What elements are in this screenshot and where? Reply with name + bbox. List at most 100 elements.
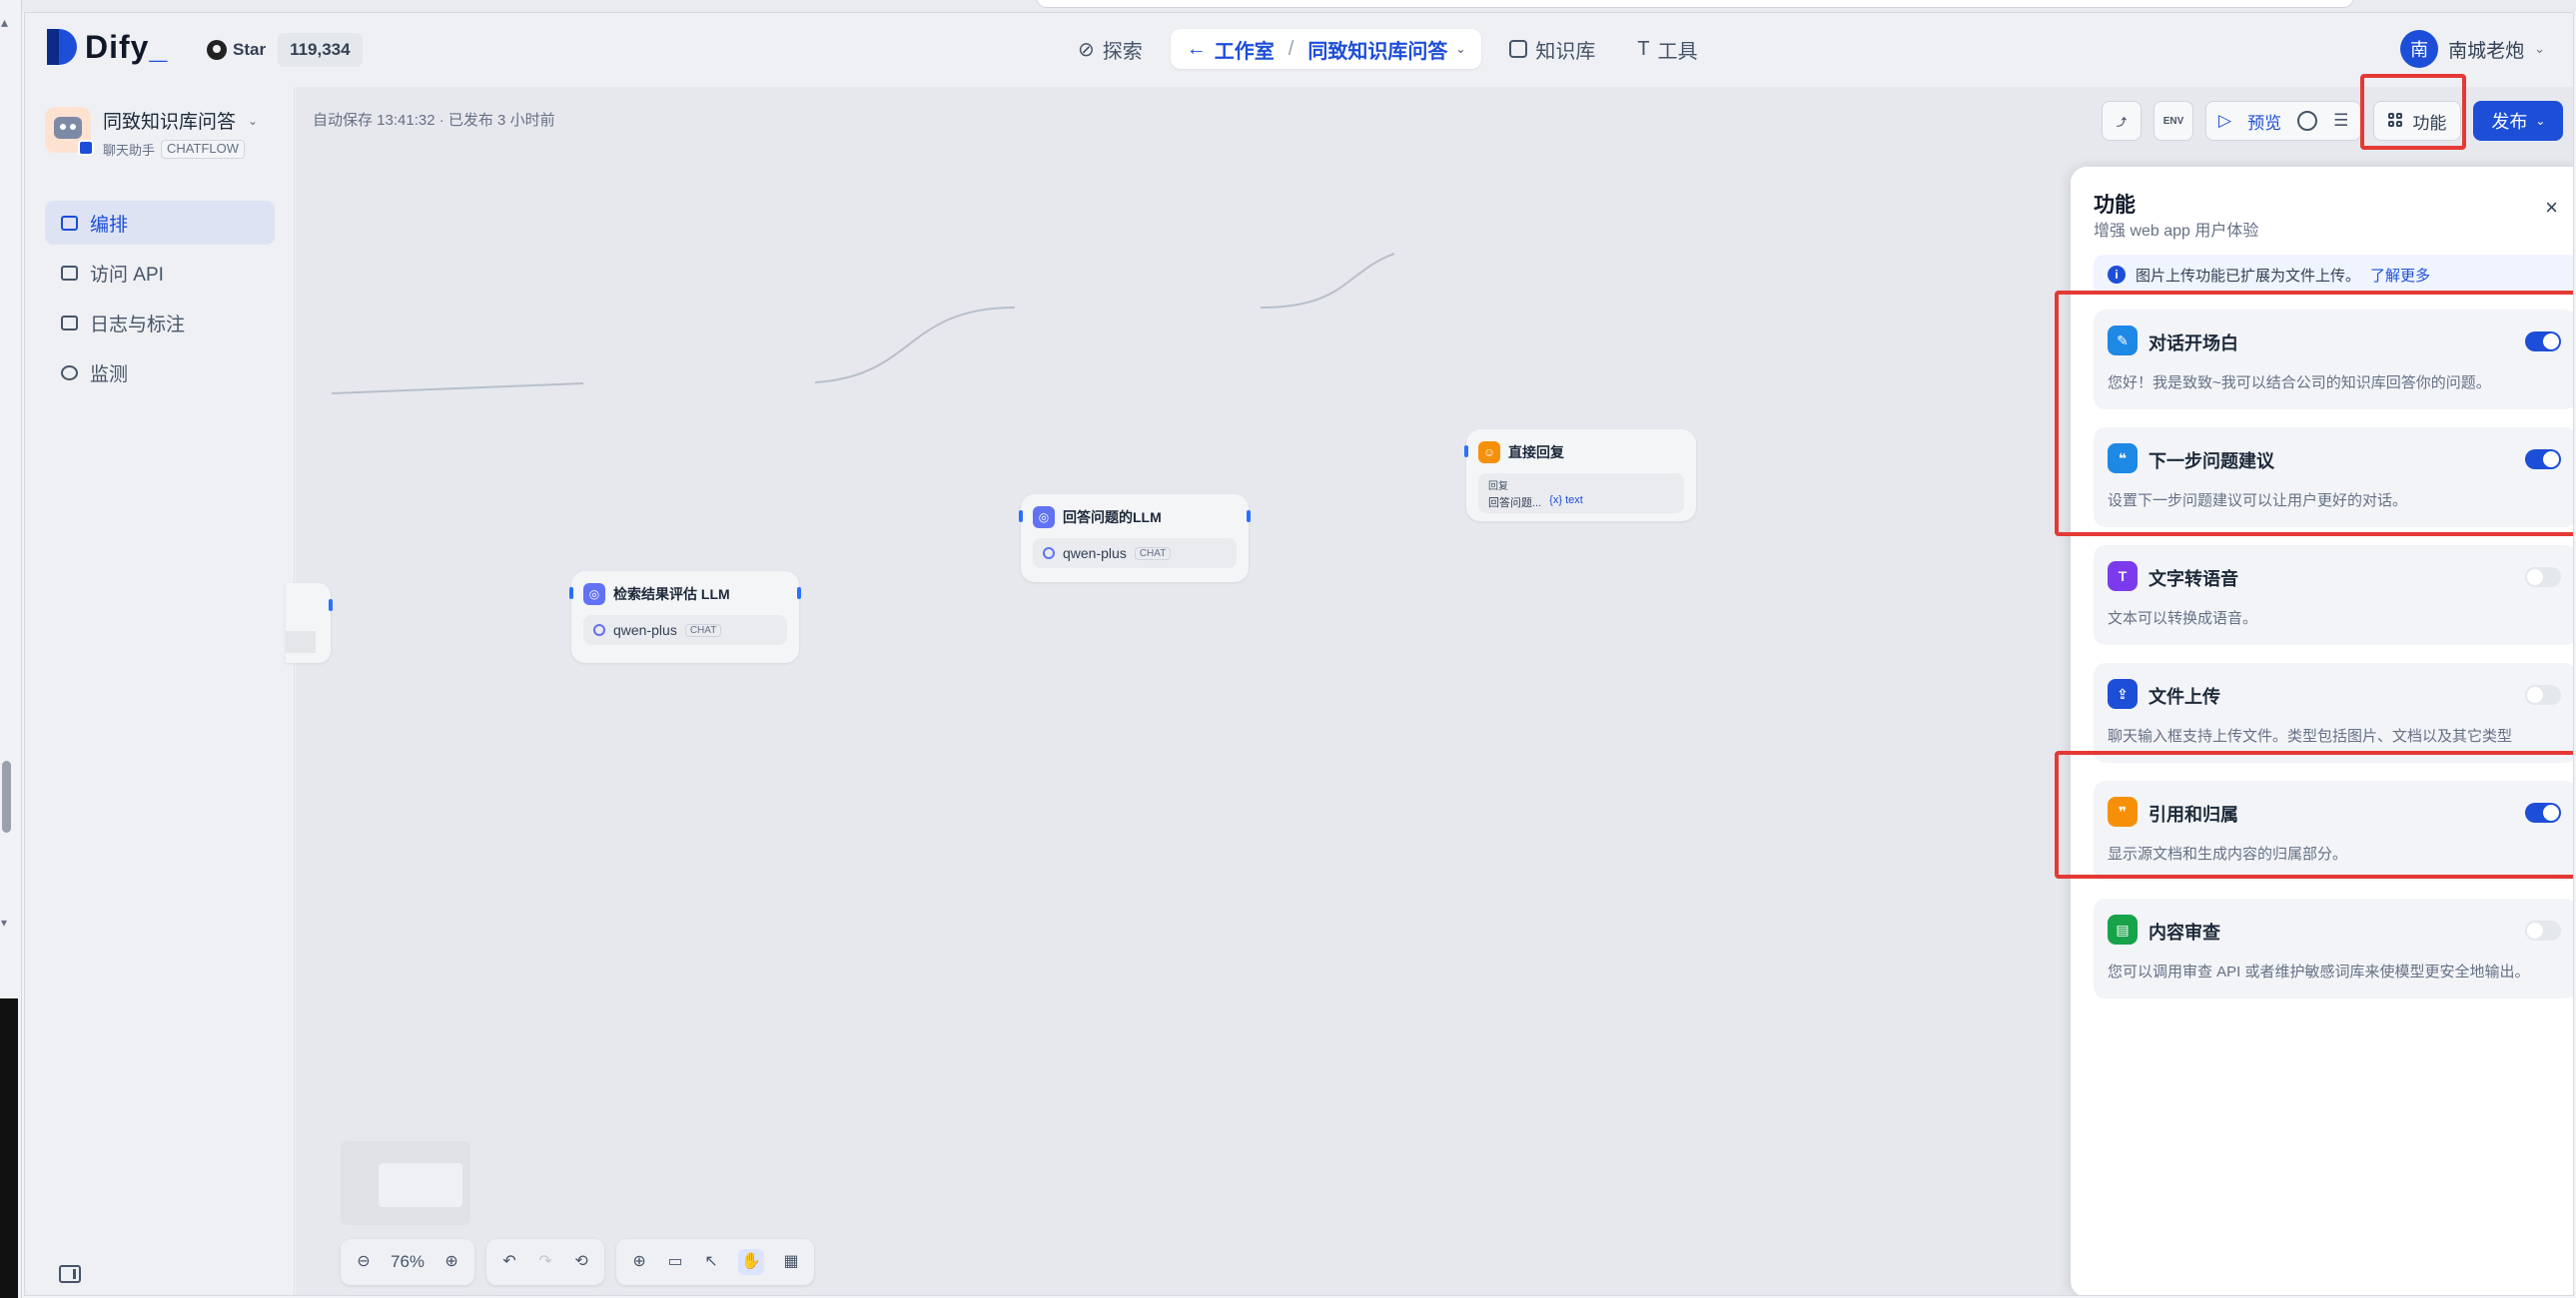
feature-toggle[interactable] <box>2525 921 2561 941</box>
publish-label: 发布 <box>2491 112 2528 132</box>
logo-text: Dify <box>85 28 150 65</box>
workflow-node-partial[interactable] <box>286 583 333 663</box>
book-icon <box>1509 40 1528 58</box>
run-history-icon[interactable]: ⤴ <box>2102 101 2142 141</box>
dashboard-icon <box>61 364 78 380</box>
undo-icon[interactable]: ↶ <box>500 1253 518 1271</box>
checklist-icon[interactable] <box>2297 111 2318 131</box>
node-output-handle[interactable] <box>1247 510 1251 522</box>
app-info-card[interactable]: 同致知识库问答 ⌄ 聊天助手 CHATFLOW <box>45 107 285 171</box>
feature-name: 文件上传 <box>2148 687 2220 707</box>
feature-suggested-questions[interactable]: ❝ 下一步问题建议 设置下一步问题建议可以让用户更好的对话。 <box>2094 427 2573 527</box>
feature-toggle[interactable] <box>2525 331 2561 351</box>
features-button[interactable]: 功能 <box>2373 101 2462 141</box>
github-star-count: 119,334 <box>278 33 363 67</box>
feature-moderation[interactable]: ▤ 内容审查 您可以调用审查 API 或者维护敏感词库来使模型更安全地输出。 <box>2094 899 2573 998</box>
preview-button[interactable]: 预览 <box>2247 109 2281 134</box>
app-name: 同致知识库问答 <box>103 112 237 133</box>
qwen-icon <box>593 624 605 636</box>
feature-name: 内容审查 <box>2148 923 2220 943</box>
env-variables-button[interactable]: ENV <box>2153 101 2193 141</box>
robot-icon <box>45 107 94 156</box>
feature-name: 文字转语音 <box>2148 569 2238 589</box>
dify-logo-icon <box>47 29 77 65</box>
history-controls: ↶ ↷ ⟲ <box>486 1239 605 1285</box>
user-menu[interactable]: 南 南城老炮 ⌄ <box>2400 29 2545 69</box>
sidebar-item-api[interactable]: 访问 API <box>45 251 275 295</box>
list-icon[interactable]: ☰ <box>2333 111 2348 131</box>
zoom-level[interactable]: 76% <box>391 1252 425 1272</box>
outer-scrollbar[interactable]: ▴ ▾ <box>0 0 22 1298</box>
node-input-handle[interactable] <box>1019 510 1023 522</box>
node-title: 检索结果评估 LLM <box>613 586 730 602</box>
main-nav: ⊘ 探索 ← 工作室 / 同致知识库问答 ⌄ 知识库 T 工具 <box>1064 27 1712 71</box>
add-node-icon[interactable]: ⊕ <box>630 1253 648 1271</box>
collapse-sidebar-icon[interactable] <box>59 1265 81 1283</box>
minimap-viewport[interactable] <box>379 1163 462 1207</box>
feature-toggle[interactable] <box>2525 567 2561 587</box>
workflow-node-eval-llm[interactable]: ◎ 检索结果评估 LLM qwen-plus CHAT <box>569 571 801 663</box>
address-pill <box>1036 0 2354 8</box>
node-output-handle[interactable] <box>797 587 801 599</box>
feature-desc: 显示源文档和生成内容的归属部分。 <box>2108 846 2348 863</box>
zoom-out-icon[interactable]: ⊖ <box>355 1253 373 1271</box>
play-icon[interactable]: ▷ <box>2218 111 2231 131</box>
features-label: 功能 <box>2412 113 2447 133</box>
scroll-up-icon[interactable]: ▴ <box>1 14 8 31</box>
sidebar-item-monitor[interactable]: 监测 <box>45 350 275 394</box>
feature-toggle[interactable] <box>2525 449 2561 469</box>
chat-suggest-icon: ❝ <box>2108 443 2138 473</box>
scroll-thumb[interactable] <box>2 761 11 833</box>
node-input-handle[interactable] <box>569 587 573 599</box>
feature-desc: 您好！我是致致~我可以结合公司的知识库回答你的问题。 <box>2108 374 2491 391</box>
pointer-icon[interactable]: ↖ <box>702 1253 720 1271</box>
history-icon[interactable]: ⟲ <box>572 1253 590 1271</box>
publish-button[interactable]: 发布 ⌄ <box>2473 101 2564 141</box>
app-sidebar: 同致知识库问答 ⌄ 聊天助手 CHATFLOW 编排 访问 API 日志与标注 监测 <box>25 87 295 1295</box>
nav-app-label[interactable]: 同致知识库问答 <box>1307 35 1447 64</box>
feature-file-upload[interactable]: ⇪ 文件上传 聊天输入框支持上传文件。类型包括图片、文档以及其它类型 <box>2094 663 2573 763</box>
close-icon[interactable]: × <box>2545 195 2558 221</box>
top-header: Dify_ Star 119,334 ⊘ 探索 ← 工作室 / 同致知识库问答 ⌄ 知识库… <box>25 13 2573 87</box>
workflow-node-answer-llm[interactable]: ◎ 回答问题的LLM qwen-plus CHAT <box>1019 494 1251 582</box>
chat-bubble-icon: ✎ <box>2108 325 2138 355</box>
hand-icon[interactable]: ✋ <box>738 1249 765 1275</box>
add-note-icon[interactable]: ▭ <box>666 1253 684 1271</box>
workflow-node-answer[interactable]: ☺ 直接回复 回复 回答问题... {x} text <box>1464 429 1696 521</box>
node-input-handle[interactable] <box>1464 445 1468 457</box>
breadcrumb-separator: / <box>1288 37 1294 60</box>
feature-toggle[interactable] <box>2525 685 2561 705</box>
feature-opening-statement[interactable]: ✎ 对话开场白 您好！我是致致~我可以结合公司的知识库回答你的问题。 <box>2094 310 2573 409</box>
canvas-tools: ⊕ ▭ ↖ ✋ ▦ <box>616 1239 815 1285</box>
app-type: 聊天助手 <box>103 143 156 158</box>
nav-knowledge[interactable]: 知识库 <box>1495 29 1609 69</box>
sidebar-item-logs[interactable]: 日志与标注 <box>45 301 275 344</box>
feature-text-to-speech[interactable]: T 文字转语音 文本可以转换成语音。 <box>2094 545 2573 645</box>
chevron-down-icon: ⌄ <box>2534 41 2545 56</box>
learn-more-link[interactable]: 了解更多 <box>2370 265 2430 286</box>
organize-icon[interactable]: ▦ <box>782 1253 800 1271</box>
avatar: 南 <box>2400 30 2439 68</box>
node-title: 直接回复 <box>1508 444 1564 460</box>
info-banner: i 图片上传功能已扩展为文件上传。 了解更多 <box>2094 255 2573 295</box>
user-name: 南城老炮 <box>2448 40 2525 62</box>
node-output-handle[interactable] <box>329 599 333 611</box>
redo-icon[interactable]: ↷ <box>536 1253 554 1271</box>
node-model: qwen-plus CHAT <box>1033 538 1237 568</box>
nav-explore[interactable]: ⊘ 探索 <box>1064 29 1157 69</box>
github-star-widget[interactable]: Star 119,334 <box>197 33 363 67</box>
chevron-down-icon[interactable]: ⌄ <box>248 114 258 128</box>
nav-studio[interactable]: ← 工作室 / 同致知识库问答 ⌄ <box>1170 29 1482 69</box>
zoom-in-icon[interactable]: ⊕ <box>442 1253 460 1271</box>
text-to-speech-icon: T <box>2108 561 2138 591</box>
scroll-down-icon[interactable]: ▾ <box>1 916 7 930</box>
feature-citation[interactable]: ❞ 引用和归属 显示源文档和生成内容的归属部分。 <box>2094 781 2573 881</box>
sidebar-item-orchestrate[interactable]: 编排 <box>45 201 275 245</box>
nav-tools[interactable]: T 工具 <box>1623 29 1711 69</box>
minimap[interactable] <box>341 1141 470 1225</box>
file-list-icon <box>61 315 78 330</box>
browser-top-strip <box>22 0 2576 12</box>
app-mode-tag: CHATFLOW <box>161 140 245 159</box>
feature-toggle[interactable] <box>2525 803 2561 823</box>
dify-logo[interactable]: Dify_ <box>47 29 168 65</box>
